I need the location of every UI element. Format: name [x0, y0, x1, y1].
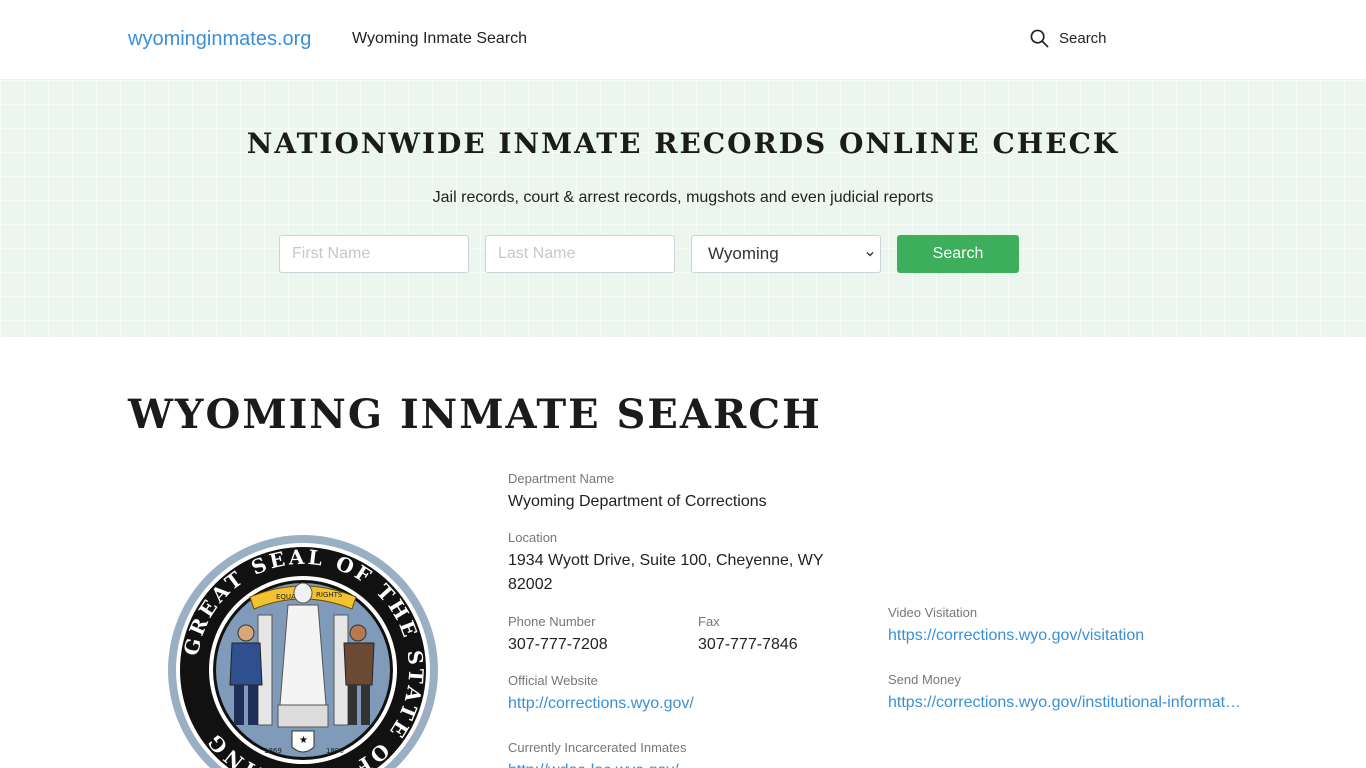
chevron-down-icon: [866, 252, 874, 257]
website-link[interactable]: http://corrections.wyo.gov/: [508, 692, 848, 716]
phone-label: Phone Number: [508, 614, 596, 629]
location-line-2: 82002: [508, 576, 553, 593]
last-name-input[interactable]: [485, 235, 675, 273]
location-field: Location 1934 Wyott Drive, Suite 100, Ch…: [508, 530, 848, 597]
location-line-1: 1934 Wyott Drive, Suite 100, Cheyenne, W…: [508, 552, 824, 569]
video-visitation-label: Video Visitation: [888, 605, 978, 620]
search-submit-button[interactable]: Search: [897, 235, 1019, 273]
location-value: 1934 Wyott Drive, Suite 100, Cheyenne, W…: [508, 549, 848, 597]
first-name-input[interactable]: [279, 235, 469, 273]
hero-title: NATIONWIDE INMATE RECORDS ONLINE CHECK: [246, 127, 1120, 160]
location-label: Location: [508, 530, 558, 545]
fax-field: Fax 307-777-7846: [698, 614, 868, 657]
brand-logo-link[interactable]: wyominginmates.org: [128, 28, 311, 51]
header-search-button[interactable]: Search: [1030, 29, 1107, 48]
svg-text:RIGHTS: RIGHTS: [316, 591, 343, 599]
inmates-field: Currently Incarcerated Inmates http://wd…: [508, 740, 848, 768]
wyoming-state-seal-image: GREAT SEAL OF THE STATE OF WYOMING EQUAL…: [168, 535, 438, 768]
svg-text:1890: 1890: [326, 747, 344, 755]
send-money-link[interactable]: https://corrections.wyo.gov/institutiona…: [888, 691, 1243, 715]
state-select-value: Wyoming: [708, 244, 779, 263]
department-field: Department Name Wyoming Department of Co…: [508, 471, 848, 514]
svg-text:1869: 1869: [264, 747, 282, 755]
phone-field: Phone Number 307-777-7208: [508, 614, 678, 657]
fax-value: 307-777-7846: [698, 636, 798, 653]
state-select[interactable]: Wyoming: [691, 235, 881, 273]
website-label: Official Website: [508, 673, 598, 688]
site-header: wyominginmates.org Wyoming Inmate Search…: [0, 0, 1366, 80]
search-icon: [1030, 29, 1049, 48]
send-money-field: Send Money https://corrections.wyo.gov/i…: [888, 672, 1243, 715]
video-visitation-field: Video Visitation https://corrections.wyo…: [888, 605, 1248, 648]
page-title: WYOMING INMATE SEARCH: [128, 391, 822, 438]
video-visitation-link[interactable]: https://corrections.wyo.gov/visitation: [888, 624, 1248, 648]
inmates-label: Currently Incarcerated Inmates: [508, 740, 687, 755]
svg-text:★: ★: [299, 735, 308, 746]
hero-search-section: NATIONWIDE INMATE RECORDS ONLINE CHECK J…: [0, 80, 1366, 337]
send-money-label: Send Money: [888, 672, 961, 687]
nav-link-inmate-search[interactable]: Wyoming Inmate Search: [352, 30, 527, 48]
hero-subtitle: Jail records, court & arrest records, mu…: [432, 189, 934, 206]
phone-value: 307-777-7208: [508, 636, 608, 653]
website-field: Official Website http://corrections.wyo.…: [508, 673, 848, 716]
inmates-link[interactable]: http://wdoc-loc.wyo.gov/: [508, 759, 848, 768]
department-value: Wyoming Department of Corrections: [508, 493, 767, 510]
department-label: Department Name: [508, 471, 615, 486]
header-search-label: Search: [1059, 30, 1107, 47]
fax-label: Fax: [698, 614, 720, 629]
